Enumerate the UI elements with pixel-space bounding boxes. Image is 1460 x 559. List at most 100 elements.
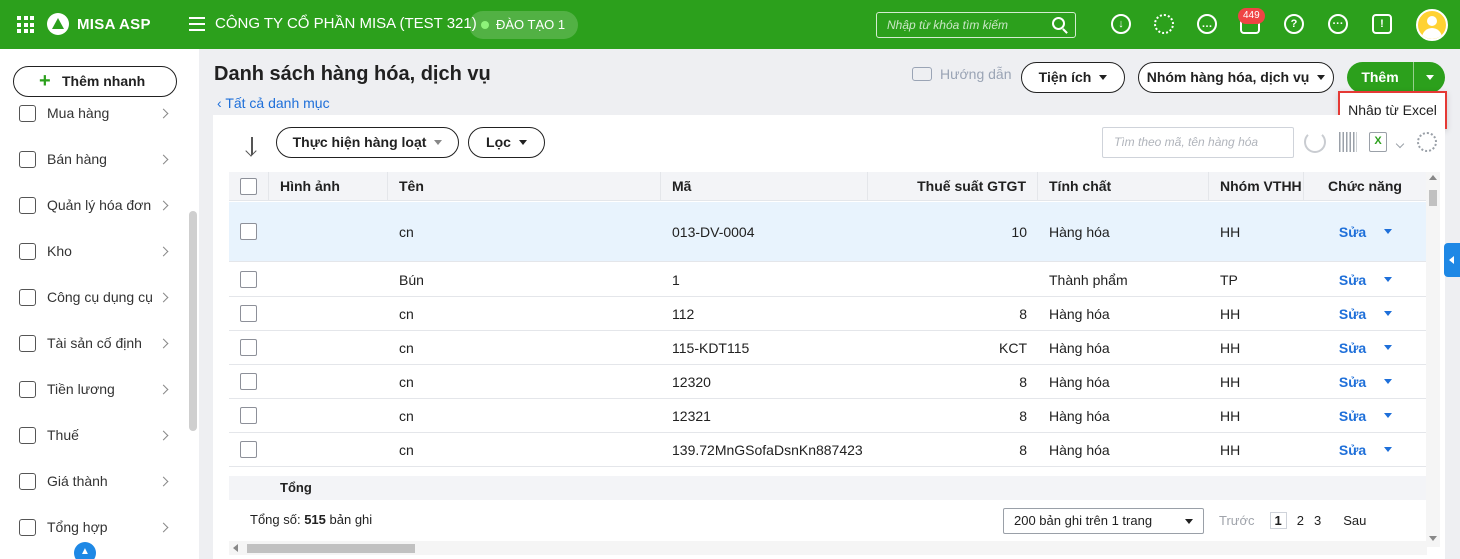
row-actions-caret-icon[interactable] <box>1384 229 1393 234</box>
page-1-button[interactable]: 1 <box>1269 512 1287 529</box>
more-icon[interactable]: ··· <box>1328 14 1348 34</box>
scroll-left-icon[interactable] <box>233 544 238 552</box>
edit-link[interactable]: Sửa <box>1339 272 1366 288</box>
help-icon[interactable]: ? <box>1284 14 1304 34</box>
table-row[interactable]: Bún 1 Thành phẩm TP Sửa <box>229 263 1427 297</box>
row-vat: 8 <box>1019 407 1027 424</box>
prev-page-button[interactable]: Trước <box>1219 513 1255 528</box>
row-actions-caret-icon[interactable] <box>1384 277 1393 282</box>
row-checkbox[interactable] <box>240 223 257 240</box>
guide-button[interactable]: Hướng dẫn <box>912 66 1011 82</box>
table-settings-gear-icon[interactable] <box>1417 132 1437 152</box>
scroll-up-icon[interactable] <box>1429 175 1437 180</box>
sort-down-icon[interactable] <box>245 135 259 157</box>
column-header-image[interactable]: Hình ảnh <box>269 172 388 200</box>
page-2-button[interactable]: 2 <box>1297 513 1304 528</box>
add-button-label[interactable]: Thêm <box>1347 62 1413 93</box>
sidebar-item-invoices[interactable]: Quản lý hóa đơn <box>0 185 188 225</box>
sidebar-item-warehouse[interactable]: Kho <box>0 231 188 271</box>
sidebar-item-purchasing[interactable]: Mua hàng <box>0 93 188 133</box>
row-checkbox[interactable] <box>240 339 257 356</box>
whats-new-icon[interactable]: ! <box>1372 14 1392 34</box>
column-header-nature[interactable]: Tính chất <box>1038 172 1209 200</box>
chat-icon[interactable]: … <box>1197 14 1217 34</box>
edit-link[interactable]: Sửa <box>1339 306 1366 322</box>
row-checkbox[interactable] <box>240 373 257 390</box>
page-size-select[interactable]: 200 bản ghi trên 1 trang <box>1003 508 1204 534</box>
row-checkbox[interactable] <box>240 305 257 322</box>
edit-link[interactable]: Sửa <box>1339 340 1366 356</box>
vertical-scroll-thumb[interactable] <box>1429 190 1437 206</box>
global-search-input[interactable]: Nhập từ khóa tìm kiếm <box>876 12 1076 38</box>
environment-badge[interactable]: ĐÀO TẠO 1 <box>469 11 579 39</box>
edit-link[interactable]: Sửa <box>1339 442 1366 458</box>
item-search-input[interactable]: Tìm theo mã, tên hàng hóa <box>1102 127 1294 158</box>
sidebar-item-salary[interactable]: Tiền lương <box>0 369 188 409</box>
table-row[interactable]: cn 115-KDT115 KCT Hàng hóa HH Sửa <box>229 331 1427 365</box>
sidebar-item-tax[interactable]: Thuế <box>0 415 188 455</box>
tools-icon <box>19 288 36 306</box>
brand-logo[interactable]: MISA ASP <box>47 13 151 35</box>
table-row[interactable]: cn 12321 8 Hàng hóa HH Sửa <box>229 399 1427 433</box>
menu-icon[interactable] <box>189 17 205 31</box>
table-row[interactable]: cn 013-DV-0004 10 Hàng hóa HH Sửa <box>229 202 1427 262</box>
user-avatar[interactable] <box>1416 9 1448 41</box>
company-name[interactable]: CÔNG TY CỔ PHẦN MISA (TEST 321) <box>215 15 477 32</box>
table-row[interactable]: cn 12320 8 Hàng hóa HH Sửa <box>229 365 1427 399</box>
header-select-all[interactable] <box>229 172 269 200</box>
chevron-down-icon[interactable] <box>1395 139 1405 149</box>
table-row[interactable]: cn 112 8 Hàng hóa HH Sửa <box>229 297 1427 331</box>
settings-gear-icon[interactable] <box>1154 14 1174 34</box>
scroll-down-icon[interactable] <box>1429 536 1437 541</box>
column-header-vat-rate[interactable]: Thuế suất GTGT <box>868 172 1038 200</box>
refresh-icon[interactable] <box>1304 131 1326 153</box>
item-group-button[interactable]: Nhóm hàng hóa, dịch vụ <box>1138 62 1334 93</box>
sidebar-item-sales[interactable]: Bán hàng <box>0 139 188 179</box>
filter-button[interactable]: Lọc <box>468 127 545 158</box>
horizontal-scroll-thumb[interactable] <box>247 544 415 553</box>
sidebar-item-fixed-assets[interactable]: Tài sản cố định <box>0 323 188 363</box>
horizontal-scrollbar[interactable] <box>229 541 1427 555</box>
back-to-all-categories-link[interactable]: ‹ Tất cả danh mục <box>217 95 330 111</box>
select-all-checkbox[interactable] <box>240 177 257 195</box>
utilities-button[interactable]: Tiện ích <box>1021 62 1125 93</box>
apps-grid-icon[interactable] <box>17 16 34 33</box>
vertical-scrollbar[interactable] <box>1426 172 1440 547</box>
sidebar-collapse-up-icon[interactable]: ▲ <box>74 542 96 559</box>
row-actions-caret-icon[interactable] <box>1384 311 1393 316</box>
row-checkbox[interactable] <box>240 407 257 424</box>
edit-link[interactable]: Sửa <box>1339 408 1366 424</box>
side-panel-toggle-icon[interactable] <box>1444 243 1460 277</box>
caret-down-icon <box>1317 75 1326 80</box>
global-search-placeholder: Nhập từ khóa tìm kiếm <box>887 18 1008 32</box>
row-actions-caret-icon[interactable] <box>1384 413 1393 418</box>
add-button[interactable]: Thêm <box>1347 62 1445 93</box>
page-3-button[interactable]: 3 <box>1314 513 1321 528</box>
sidebar-item-label: Giá thành <box>47 473 108 489</box>
sidebar-scrollbar[interactable] <box>189 211 197 431</box>
download-icon[interactable]: ↓ <box>1111 14 1131 34</box>
sidebar-item-label: Tài sản cố định <box>47 335 142 351</box>
column-header-code[interactable]: Mã <box>661 172 868 200</box>
column-header-group[interactable]: Nhóm VTHH <box>1209 172 1304 200</box>
sidebar-item-summary[interactable]: Tổng hợp <box>0 507 188 547</box>
sidebar-item-tools[interactable]: Công cụ dụng cụ <box>0 277 188 317</box>
search-icon[interactable] <box>1052 17 1065 30</box>
edit-link[interactable]: Sửa <box>1339 224 1366 240</box>
barcode-icon[interactable] <box>1339 132 1357 152</box>
next-page-button[interactable]: Sau <box>1343 513 1366 528</box>
excel-export-icon[interactable]: X <box>1369 132 1387 152</box>
row-actions-caret-icon[interactable] <box>1384 447 1393 452</box>
edit-link[interactable]: Sửa <box>1339 374 1366 390</box>
bulk-action-button[interactable]: Thực hiện hàng loạt <box>276 127 459 158</box>
add-dropdown-caret-icon[interactable] <box>1426 75 1434 80</box>
table-row[interactable]: cn 139.72MnGSofaDsnKn887423 8 Hàng hóa H… <box>229 433 1427 467</box>
row-checkbox[interactable] <box>240 441 257 458</box>
row-actions-caret-icon[interactable] <box>1384 345 1393 350</box>
sidebar-item-label: Tổng hợp <box>47 519 108 535</box>
row-checkbox[interactable] <box>240 271 257 288</box>
sidebar-item-costing[interactable]: Giá thành <box>0 461 188 501</box>
row-nature: Hàng hóa <box>1049 441 1110 458</box>
column-header-name[interactable]: Tên <box>388 172 661 200</box>
row-actions-caret-icon[interactable] <box>1384 379 1393 384</box>
